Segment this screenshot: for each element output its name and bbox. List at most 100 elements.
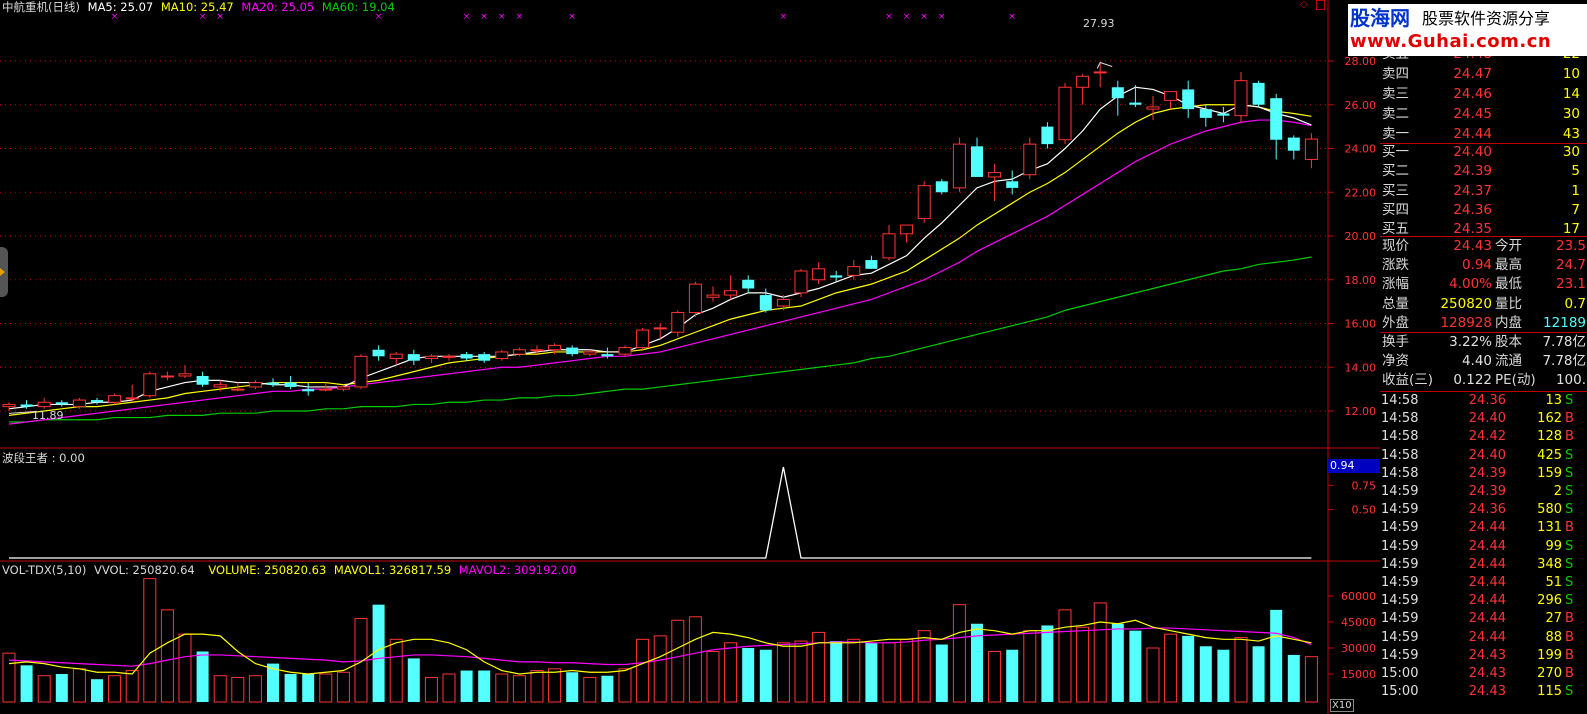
tick-row[interactable]: 14:59 24.44 88 B (1380, 629, 1587, 647)
window-toggle-icon[interactable] (1316, 0, 1325, 10)
volume-bar (742, 648, 755, 702)
volume-axis-label: 45000 (1341, 616, 1376, 629)
volume-bar (952, 604, 966, 703)
candle-body (548, 344, 562, 351)
orderbook-buy-row[interactable]: 买二 24.39 5 (1380, 162, 1587, 181)
axes: 28.00 26.00 24.00 22.00 20.00 18.00 16.00 14.00… (1328, 55, 1376, 681)
candle-body (20, 404, 33, 407)
tick-side: B (1565, 629, 1574, 645)
grid (0, 0, 1380, 714)
side-collapse-handle[interactable] (0, 247, 8, 297)
tick-time: 14:59 (1381, 575, 1419, 590)
order-price: 24.45 (1453, 106, 1492, 122)
tick-time: 14:59 (1381, 484, 1419, 499)
candle-body (478, 354, 491, 361)
fundamental-row: 净资 4.40 流通 7.78亿 (1380, 352, 1587, 371)
tick-row[interactable]: 14:59 24.39 2 S (1380, 483, 1587, 501)
candle-body (671, 312, 685, 333)
tick-side: S (1565, 447, 1574, 463)
candle-body (1287, 137, 1300, 151)
candle-body (882, 233, 896, 259)
signal-mark: × (480, 12, 488, 22)
candle-body (776, 298, 790, 307)
tick-volume: 27 (1545, 611, 1562, 627)
tick-row[interactable]: 15:00 24.43 270 B (1380, 665, 1587, 683)
chart-window: × × × × × × × × × × × × × × × 28.00 26.00 24.00 22.00 20.0… (0, 0, 1587, 714)
tick-price: 24.43 (1468, 666, 1506, 681)
volume-bar (935, 644, 948, 702)
quote-value: 24.43 (1453, 238, 1492, 254)
quote-label: 涨幅 (1382, 276, 1409, 293)
low-annotation: 11.89 (2, 409, 64, 422)
quote-value: 12189 (1543, 314, 1586, 331)
candle-body (267, 382, 279, 385)
tick-price: 24.44 (1468, 629, 1506, 645)
orderbook-sell-row[interactable]: 卖三 24.46 14 (1380, 85, 1587, 104)
tick-row[interactable]: 15:00 24.43 115 S (1380, 683, 1587, 701)
tick-row[interactable]: 14:59 24.43 199 B (1380, 647, 1587, 665)
order-level-label: 卖三 (1382, 86, 1409, 102)
order-volume: 10 (1562, 66, 1580, 82)
volume-bar (389, 638, 403, 703)
volume-bar (424, 676, 438, 703)
tick-row[interactable]: 14:58 24.36 13 S (1380, 392, 1587, 410)
orderbook-buy-row[interactable]: 买四 24.36 7 (1380, 201, 1587, 220)
order-volume: 14 (1562, 86, 1580, 102)
orderbook-sell-row[interactable]: 卖一 24.44 43 (1380, 125, 1587, 144)
candle-body (759, 295, 772, 311)
candle-body (566, 347, 579, 355)
volume-header: VOL-TDX(5,10) VVOL: 250820.64 VOLUME: 25… (2, 563, 576, 577)
order-price: 24.44 (1453, 126, 1492, 142)
tick-row[interactable]: 14:58 24.40 425 S (1380, 447, 1587, 465)
fundamental-row: 收益(三) 0.122 PE(动) 100. (1380, 371, 1587, 390)
indicator-axis-label: 0.50 (1352, 504, 1377, 517)
quote-value: 0.7 (1564, 295, 1586, 312)
candle-body (354, 355, 368, 388)
orderbook-sell-row[interactable]: 卖二 24.45 30 (1380, 105, 1587, 124)
tick-time: 14:58 (1381, 465, 1419, 481)
quote-value: 23.1 (1555, 276, 1586, 293)
quote-row: 涨幅 4.00% 最低 23.1 (1380, 275, 1587, 294)
tick-time: 14:58 (1381, 411, 1419, 427)
volume-bar (618, 668, 632, 703)
tick-side: S (1565, 465, 1574, 481)
volume-bar (1093, 602, 1107, 703)
tick-time: 14:59 (1381, 629, 1419, 645)
tick-price: 24.39 (1468, 484, 1506, 499)
orderbook-buy-row[interactable]: 买三 24.37 1 (1380, 182, 1587, 201)
price-axis-label: 24.00 (1345, 143, 1377, 156)
candle-body (389, 353, 403, 359)
tick-side: B (1565, 647, 1574, 663)
tick-row[interactable]: 14:59 24.44 51 S (1380, 574, 1587, 592)
order-volume: 5 (1571, 163, 1580, 180)
indicator-panel (9, 466, 1312, 559)
high-label: 27.93 (1083, 17, 1115, 30)
tick-row[interactable]: 14:59 24.44 99 S (1380, 538, 1587, 556)
signal-mark: × (780, 12, 788, 22)
quote-label: 现价 (1382, 238, 1409, 254)
moving-averages (8, 86, 1312, 425)
tick-row[interactable]: 14:58 24.39 159 S (1380, 465, 1587, 483)
tick-row[interactable]: 14:58 24.40 162 B (1380, 410, 1587, 428)
tick-price: 24.44 (1468, 611, 1506, 627)
volume-bar (1304, 656, 1318, 703)
tick-row[interactable]: 14:59 24.44 296 S (1380, 592, 1587, 610)
orderbook-buy-row[interactable]: 买一 24.40 30 (1380, 143, 1587, 162)
tick-row[interactable]: 14:59 24.36 580 S (1380, 501, 1587, 519)
volume-bar (671, 619, 685, 703)
volume-bar (196, 651, 209, 702)
tick-row[interactable]: 14:59 24.44 131 B (1380, 519, 1587, 537)
candle-body (917, 185, 931, 219)
tick-row[interactable]: 14:59 24.44 348 S (1380, 556, 1587, 574)
orderbook-sell-row[interactable]: 卖四 24.47 10 (1380, 65, 1587, 84)
order-level-label: 买一 (1382, 144, 1409, 160)
tick-row[interactable]: 14:59 24.44 27 B (1380, 610, 1587, 628)
kline-chart[interactable]: × × × × × × × × × × × × × × × 28.0026.0024.0022.0020.0… (0, 0, 1380, 714)
volume-bar (284, 674, 297, 702)
candle-body (512, 349, 526, 355)
fundamental-value: 7.78亿 (1542, 353, 1586, 370)
tick-volume: 425 (1537, 447, 1562, 463)
volume-bar (1023, 630, 1037, 703)
tick-row[interactable]: 14:58 24.42 128 B (1380, 428, 1587, 446)
diamond-icon[interactable]: ◇ (1300, 0, 1310, 10)
